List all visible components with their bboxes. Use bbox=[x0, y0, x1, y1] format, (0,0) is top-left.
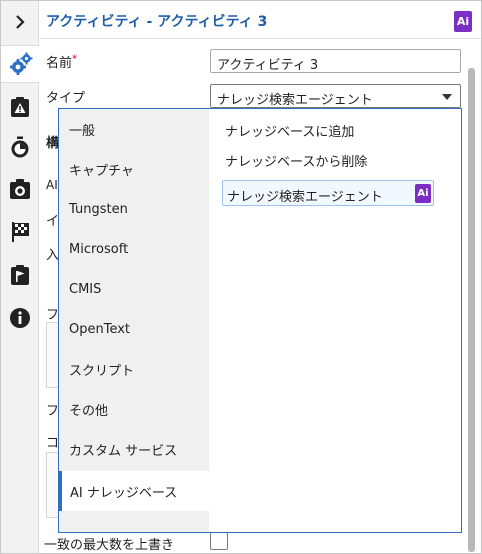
info-icon bbox=[10, 308, 30, 328]
warning-clipboard-icon bbox=[11, 97, 29, 117]
option-knowledge-search-agent[interactable]: ナレッジ検索エージェント Ai bbox=[222, 180, 434, 206]
gears-icon bbox=[9, 52, 32, 75]
type-label: タイプ bbox=[46, 91, 86, 106]
type-dropdown-popup: 一般 キャプチャ Tungsten Microsoft CMIS OpenTex… bbox=[58, 108, 462, 533]
category-general[interactable]: 一般 bbox=[59, 109, 209, 149]
page-title: アクティビティ - アクティビティ 3 bbox=[46, 14, 268, 30]
type-select[interactable]: ナレッジ検索エージェント bbox=[210, 84, 461, 108]
rail-settings-button[interactable] bbox=[1, 45, 40, 83]
option-remove-from-knowledge-base[interactable]: ナレッジベースから削除 bbox=[225, 151, 367, 170]
panel-header: アクティビティ - アクティビティ 3 Ai bbox=[40, 1, 481, 39]
category-opentext[interactable]: OpenText bbox=[59, 309, 209, 349]
rail-milestone-button[interactable] bbox=[1, 256, 39, 294]
category-microsoft[interactable]: Microsoft bbox=[59, 229, 209, 269]
required-mark: * bbox=[72, 53, 78, 65]
chevron-right-icon bbox=[16, 15, 25, 29]
category-list: 一般 キャプチャ Tungsten Microsoft CMIS OpenTex… bbox=[59, 109, 209, 532]
scrollbar-thumb[interactable] bbox=[468, 68, 475, 552]
category-ai-knowledge-base[interactable]: AI ナレッジベース bbox=[59, 471, 209, 511]
category-script[interactable]: スクリプト bbox=[59, 349, 209, 389]
rail-timer-button[interactable] bbox=[1, 128, 39, 166]
category-capture[interactable]: キャプチャ bbox=[59, 149, 209, 189]
rail-flag-button[interactable] bbox=[1, 213, 39, 251]
icon-rail bbox=[1, 1, 40, 553]
camera-clipboard-icon bbox=[10, 179, 30, 199]
timer-icon bbox=[11, 136, 29, 158]
rail-capture-button[interactable] bbox=[1, 170, 39, 208]
category-custom-service[interactable]: カスタム サービス bbox=[59, 429, 209, 469]
checkered-flag-icon bbox=[12, 222, 29, 242]
name-input[interactable]: アクティビティ 3 bbox=[210, 49, 461, 73]
rail-warning-button[interactable] bbox=[1, 88, 39, 126]
type-select-value: ナレッジ検索エージェント bbox=[217, 93, 373, 108]
ai-badge-icon: Ai bbox=[415, 184, 431, 203]
flag-clipboard-icon bbox=[11, 265, 29, 285]
override-max-matches-label: 一致の最大数を上書き bbox=[44, 538, 175, 553]
category-cmis[interactable]: CMIS bbox=[59, 269, 209, 309]
chevron-down-icon bbox=[442, 94, 452, 100]
expand-chevron-button[interactable] bbox=[1, 3, 39, 41]
option-knowledge-search-agent-label: ナレッジ検索エージェント bbox=[227, 190, 383, 205]
name-label: 名前* bbox=[46, 53, 78, 71]
rail-info-button[interactable] bbox=[1, 299, 39, 337]
form-scrollbar[interactable] bbox=[468, 68, 475, 552]
category-tungsten[interactable]: Tungsten bbox=[59, 189, 209, 229]
category-other[interactable]: その他 bbox=[59, 389, 209, 429]
ai-badge-icon: Ai bbox=[454, 11, 472, 32]
option-add-to-knowledge-base[interactable]: ナレッジベースに追加 bbox=[225, 121, 354, 140]
override-max-matches-checkbox[interactable] bbox=[210, 532, 228, 550]
label-fragment-ai: AI bbox=[46, 178, 58, 192]
